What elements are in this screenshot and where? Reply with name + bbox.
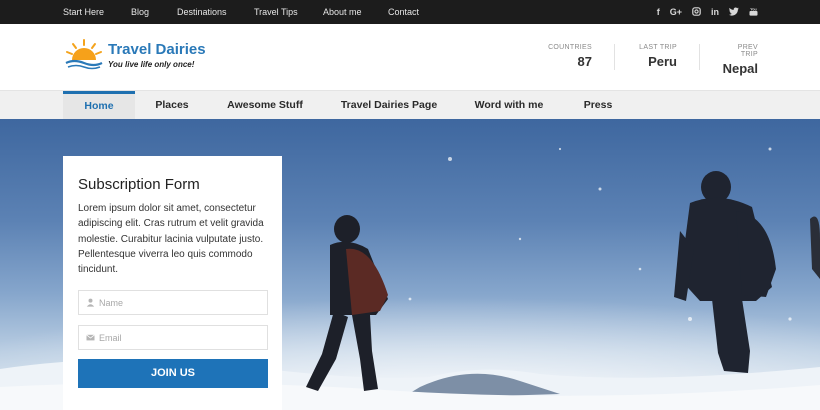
- top-link-travel-tips[interactable]: Travel Tips: [254, 7, 323, 17]
- site-logo[interactable]: Travel Dairies You live life only once!: [64, 38, 214, 78]
- twitter-icon[interactable]: [729, 7, 739, 18]
- linkedin-icon[interactable]: in: [711, 7, 719, 17]
- divider: [614, 44, 615, 70]
- facebook-icon[interactable]: f: [657, 7, 660, 17]
- svg-text:You: You: [750, 7, 757, 11]
- logo-tagline: You live life only once!: [108, 60, 195, 69]
- form-title: Subscription Form: [78, 176, 200, 193]
- top-bar: Start Here Blog Destinations Travel Tips…: [0, 0, 820, 24]
- envelope-icon: [86, 334, 95, 341]
- name-field[interactable]: Name: [78, 290, 268, 315]
- top-link-destinations[interactable]: Destinations: [177, 7, 254, 17]
- stat-value: Peru: [648, 54, 677, 69]
- nav-item-word-with-me[interactable]: Word with me: [468, 91, 550, 120]
- email-field[interactable]: Email: [78, 325, 268, 350]
- divider: [699, 44, 700, 70]
- top-link-start-here[interactable]: Start Here: [63, 7, 131, 17]
- stat-prev-trip: PREV TRIP Nepal: [722, 44, 758, 76]
- site-header: Travel Dairies You live life only once! …: [0, 24, 820, 90]
- google-plus-icon[interactable]: G+: [670, 7, 682, 17]
- nav-item-places[interactable]: Places: [145, 91, 199, 120]
- stat-label: COUNTRIES: [548, 44, 592, 51]
- stat-last-trip: LAST TRIP Peru: [637, 44, 677, 70]
- top-link-contact[interactable]: Contact: [388, 7, 438, 17]
- nav-item-home[interactable]: Home: [63, 91, 135, 120]
- subscription-form: Subscription Form Lorem ipsum dolor sit …: [63, 156, 282, 410]
- trip-stats: COUNTRIES 87 LAST TRIP Peru PREV TRIP Ne…: [548, 44, 758, 76]
- stat-label: LAST TRIP: [639, 44, 677, 51]
- nav-item-press[interactable]: Press: [575, 91, 621, 120]
- nav-item-travel-dairies-page[interactable]: Travel Dairies Page: [334, 91, 444, 120]
- email-placeholder: Email: [99, 332, 122, 343]
- top-nav: Start Here Blog Destinations Travel Tips…: [63, 0, 438, 24]
- stat-countries: COUNTRIES 87: [548, 44, 592, 70]
- top-link-blog[interactable]: Blog: [131, 7, 177, 17]
- stat-label: PREV TRIP: [737, 44, 758, 58]
- logo-title: Travel Dairies: [108, 41, 206, 58]
- social-links: f G+ in You: [657, 0, 758, 24]
- sun-logo-icon: [65, 39, 103, 70]
- name-placeholder: Name: [99, 297, 124, 308]
- user-icon: [86, 298, 95, 307]
- stat-value: 87: [577, 54, 592, 69]
- youtube-icon[interactable]: You: [749, 7, 758, 18]
- stat-value: Nepal: [722, 61, 758, 76]
- form-description: Lorem ipsum dolor sit amet, consectetur …: [78, 203, 264, 276]
- top-link-about-me[interactable]: About me: [323, 7, 388, 17]
- main-nav: Home Places Awesome Stuff Travel Dairies…: [0, 90, 820, 120]
- instagram-icon[interactable]: [692, 6, 701, 18]
- nav-item-awesome-stuff[interactable]: Awesome Stuff: [220, 91, 310, 120]
- join-us-button[interactable]: JOIN US: [78, 359, 268, 388]
